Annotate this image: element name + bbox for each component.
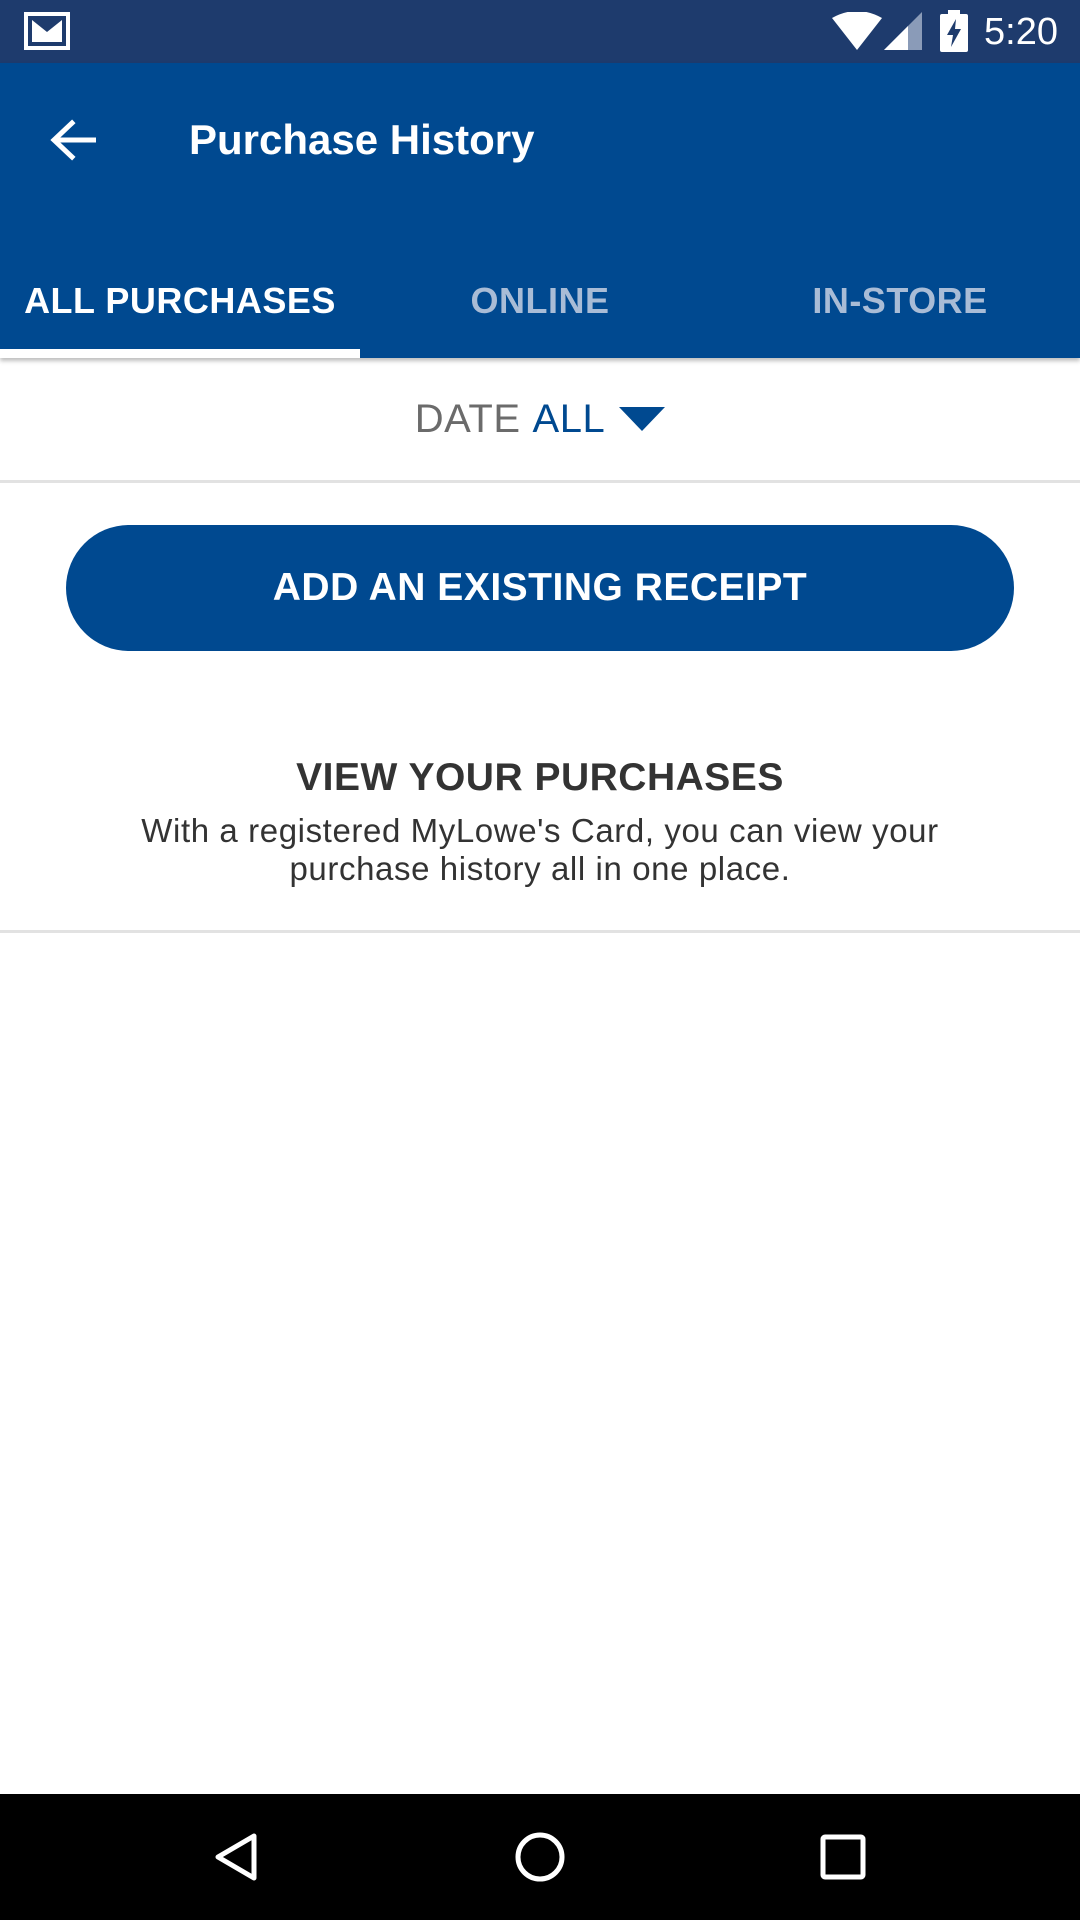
caret-down-icon [619, 407, 666, 431]
app-bar: Purchase History ALL PURCHASES ONLINE IN… [0, 63, 1080, 358]
battery-charging-icon [940, 10, 968, 52]
nav-recents-icon [820, 1834, 866, 1880]
nav-home-button[interactable] [507, 1824, 573, 1890]
status-bar: 5:20 [0, 0, 1080, 63]
purchase-history-screen: 5:20 Purchase History ALL PURCHASES ONLI… [0, 0, 1080, 1920]
nav-back-button[interactable] [203, 1824, 269, 1890]
divider [0, 930, 1080, 933]
view-purchases-description: With a registered MyLowe's Card, you can… [141, 812, 939, 887]
date-filter-dropdown[interactable]: DATE ALL [0, 358, 1080, 483]
tab-all-purchases[interactable]: ALL PURCHASES [0, 255, 360, 358]
add-existing-receipt-button[interactable]: ADD AN EXISTING RECEIPT [66, 525, 1014, 651]
tab-online[interactable]: ONLINE [360, 255, 720, 358]
gmail-icon [24, 12, 70, 50]
date-filter-value: ALL [532, 396, 606, 441]
status-time: 5:20 [984, 11, 1058, 53]
tab-in-store[interactable]: IN-STORE [720, 255, 1080, 358]
system-nav-bar [0, 1794, 1080, 1920]
arrow-left-icon [50, 119, 96, 161]
back-button[interactable] [38, 105, 108, 175]
wifi-icon [832, 12, 882, 50]
nav-back-icon [215, 1833, 257, 1881]
view-purchases-heading: VIEW YOUR PURCHASES [296, 756, 784, 799]
nav-recents-button[interactable] [810, 1824, 876, 1890]
signal-icon [884, 12, 922, 50]
page-title: Purchase History [189, 116, 535, 163]
date-filter-label: DATE [414, 396, 521, 441]
nav-home-icon [515, 1832, 565, 1882]
tab-bar: ALL PURCHASES ONLINE IN-STORE [0, 255, 1080, 358]
